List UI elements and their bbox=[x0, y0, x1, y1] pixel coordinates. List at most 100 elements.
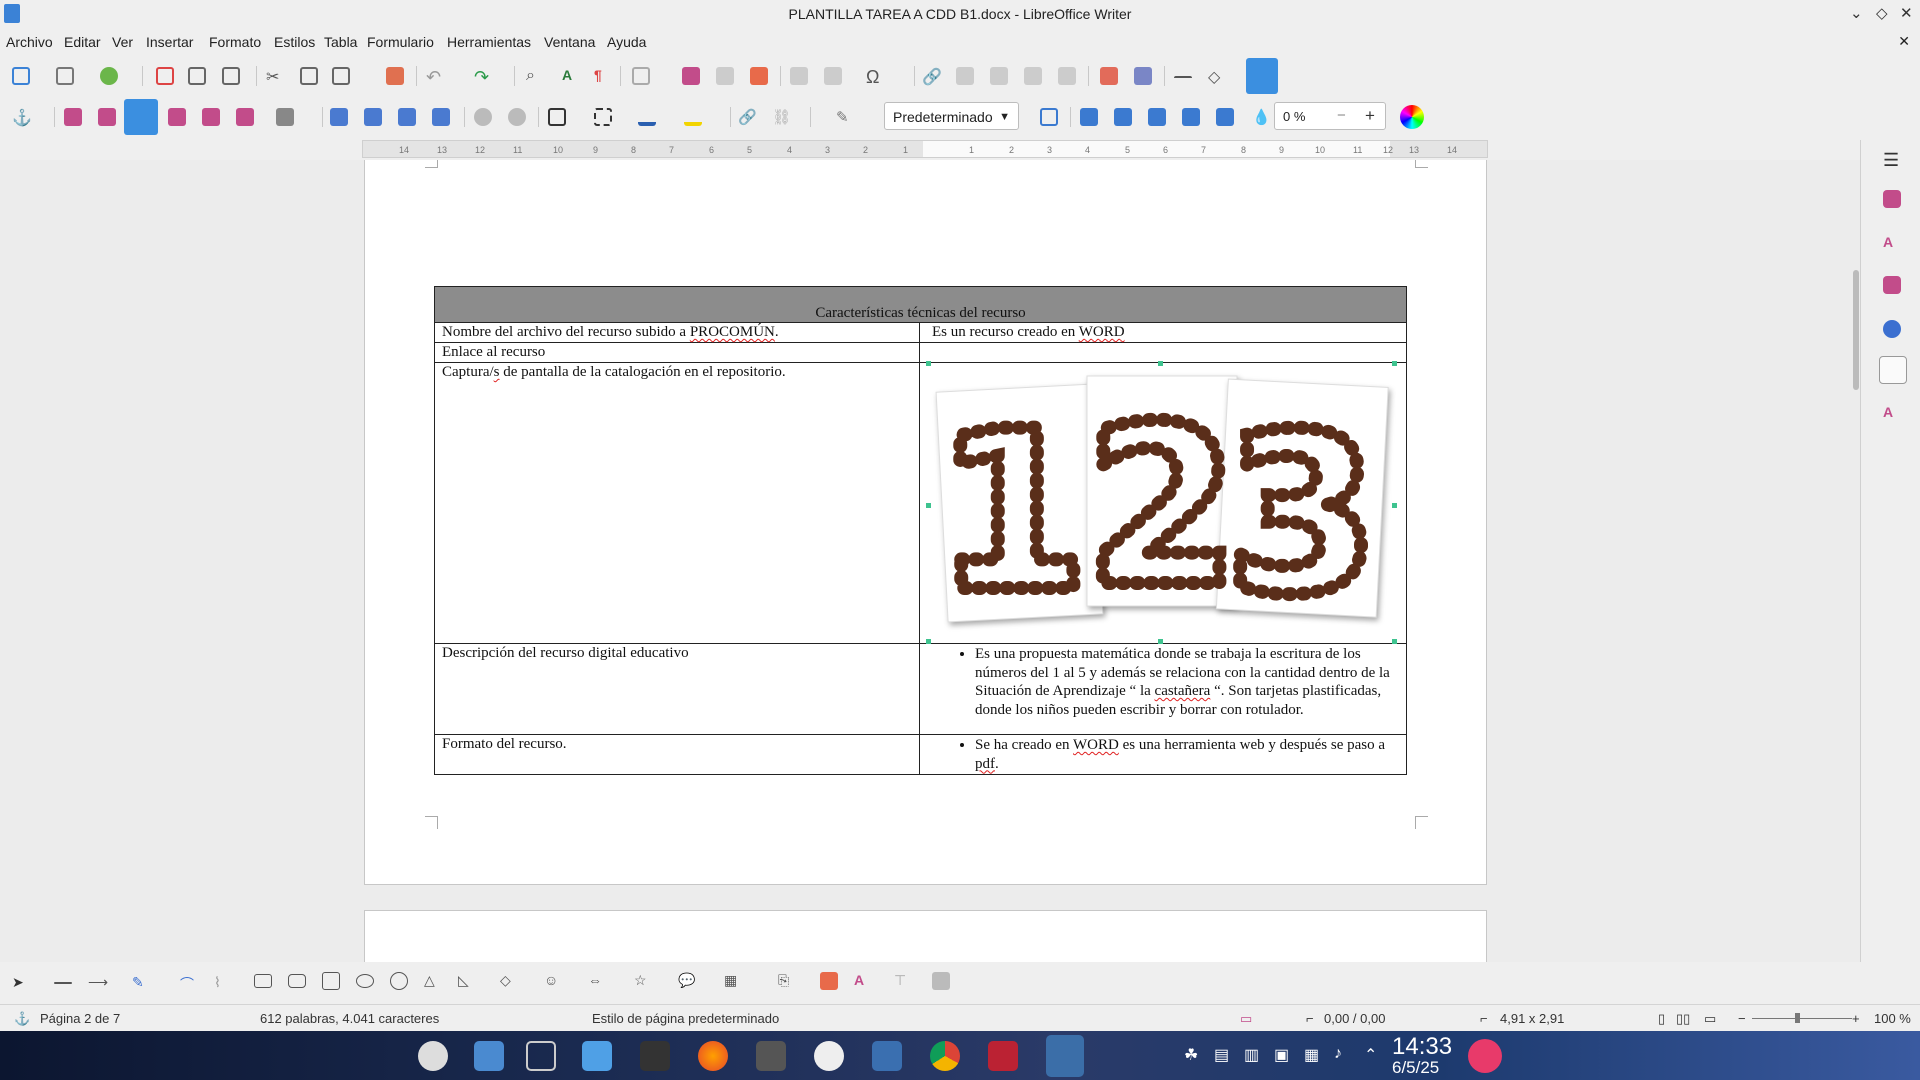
table-cell[interactable] bbox=[919, 342, 1407, 363]
table-cell[interactable]: 1 2 3 bbox=[919, 361, 1407, 644]
user-avatar[interactable] bbox=[1468, 1039, 1502, 1073]
volume-icon[interactable]: ♪ bbox=[1334, 1045, 1342, 1063]
insert-chart-icon[interactable] bbox=[716, 67, 734, 85]
print-preview-icon[interactable] bbox=[222, 67, 240, 85]
crop-icon[interactable] bbox=[1040, 108, 1058, 126]
properties-icon[interactable] bbox=[1883, 190, 1901, 208]
table-cell[interactable]: Formato del recurso. bbox=[434, 734, 920, 775]
writer-taskbar-icon[interactable] bbox=[1046, 1035, 1084, 1077]
menu-tabla[interactable]: Tabla bbox=[324, 34, 357, 50]
zoom-out-icon[interactable]: − bbox=[1738, 1011, 1746, 1026]
link-frames-icon[interactable]: 🔗 bbox=[738, 108, 757, 126]
draw-functions-icon[interactable] bbox=[1246, 58, 1278, 94]
table-cell[interactable]: Es una propuesta matemática donde se tra… bbox=[919, 643, 1407, 735]
horizontal-ruler[interactable]: 14 13 12 11 10 9 8 7 6 5 4 3 2 1 1 2 3 4… bbox=[362, 140, 1488, 158]
bring-forward-icon[interactable] bbox=[474, 108, 492, 126]
redo-icon[interactable]: ↷ bbox=[474, 67, 492, 87]
tray-expand-icon[interactable]: ⌃ bbox=[1364, 1045, 1377, 1065]
decrease-icon[interactable]: − bbox=[1337, 107, 1346, 124]
align-baseline-icon[interactable] bbox=[432, 108, 450, 126]
hyperlink-icon[interactable]: 🔗 bbox=[922, 67, 942, 86]
curve-icon[interactable]: ✎ bbox=[132, 974, 150, 992]
rounded-rectangle-icon[interactable] bbox=[288, 974, 306, 988]
fontwork-icon[interactable]: A bbox=[854, 972, 872, 990]
select-icon[interactable]: ➤ bbox=[12, 974, 30, 992]
wrap-optimal-icon[interactable] bbox=[124, 99, 158, 135]
navigator-icon[interactable] bbox=[1883, 320, 1901, 338]
anchor-icon[interactable]: ⚓ bbox=[12, 108, 32, 127]
insert-line-icon[interactable] bbox=[1174, 76, 1192, 80]
page-style[interactable]: Estilo de página predeterminado bbox=[592, 1011, 779, 1026]
maximize-icon[interactable]: ◇ bbox=[1876, 4, 1888, 22]
page-break-icon[interactable] bbox=[790, 67, 808, 85]
zoom-slider-thumb[interactable] bbox=[1795, 1013, 1800, 1023]
keyboard-layout-icon[interactable]: ▣ bbox=[1274, 1045, 1289, 1065]
right-triangle-icon[interactable]: ◺ bbox=[458, 972, 476, 990]
align-center-icon[interactable] bbox=[364, 108, 382, 126]
unlink-frames-icon[interactable]: ⛓ bbox=[772, 108, 791, 126]
background-color-icon[interactable] bbox=[684, 108, 702, 126]
vertical-scrollbar[interactable] bbox=[1852, 160, 1860, 962]
increase-icon[interactable]: + bbox=[1365, 106, 1375, 126]
close-icon[interactable]: ✕ bbox=[1900, 4, 1913, 22]
paste-icon[interactable] bbox=[332, 67, 350, 85]
menu-formato[interactable]: Formato bbox=[209, 34, 261, 50]
menu-ventana[interactable]: Ventana bbox=[544, 34, 595, 50]
styles-icon[interactable]: A bbox=[1883, 234, 1901, 252]
freeform-icon[interactable]: ⌇ bbox=[214, 974, 232, 992]
square-icon[interactable] bbox=[322, 972, 340, 990]
zoom-slider[interactable] bbox=[1752, 1018, 1852, 1019]
calculator-icon[interactable] bbox=[756, 1041, 786, 1071]
comment-icon[interactable] bbox=[1100, 67, 1118, 85]
line-icon[interactable] bbox=[54, 982, 72, 984]
open-icon[interactable] bbox=[56, 67, 74, 85]
menu-estilos[interactable]: Estilos bbox=[274, 34, 315, 50]
arrow-line-icon[interactable]: ⟶ bbox=[88, 974, 108, 992]
special-character-icon[interactable]: Ω bbox=[866, 67, 884, 87]
avatar-app-icon[interactable] bbox=[814, 1041, 844, 1071]
rotate-icon[interactable] bbox=[1216, 108, 1234, 126]
color-icon[interactable] bbox=[1400, 105, 1424, 129]
menu-ver[interactable]: Ver bbox=[112, 34, 133, 50]
copy-icon[interactable] bbox=[300, 67, 318, 85]
callouts-icon[interactable]: 💬 bbox=[678, 972, 696, 990]
toggle-extrusion-icon[interactable]: ⊤ bbox=[894, 972, 912, 990]
zoom-level[interactable]: 100 % bbox=[1874, 1011, 1911, 1026]
pdf-app-icon[interactable] bbox=[988, 1041, 1018, 1071]
system-settings-icon[interactable] bbox=[640, 1041, 670, 1071]
insert-table-icon[interactable] bbox=[632, 67, 650, 85]
table-cell[interactable]: Se ha creado en WORD es una herramienta … bbox=[919, 734, 1407, 775]
discover-icon[interactable] bbox=[474, 1041, 504, 1071]
rotate-left-icon[interactable] bbox=[1148, 108, 1166, 126]
new-document-icon[interactable] bbox=[12, 67, 30, 85]
border-color-icon[interactable] bbox=[638, 108, 656, 126]
page-count[interactable]: Página 2 de 7 bbox=[40, 1011, 120, 1026]
wrap-right-icon[interactable] bbox=[202, 108, 220, 126]
scrollbar-thumb[interactable] bbox=[1853, 270, 1859, 390]
basic-shapes-icon[interactable]: ◇ bbox=[500, 972, 518, 990]
align-objects-icon[interactable] bbox=[276, 108, 294, 126]
wrap-through-icon[interactable] bbox=[236, 108, 254, 126]
flip-horizontal-icon[interactable] bbox=[1114, 108, 1132, 126]
network-icon[interactable]: ▦ bbox=[1304, 1045, 1319, 1065]
menu-archivo[interactable]: Archivo bbox=[6, 34, 53, 50]
style-inspector-icon[interactable]: A bbox=[1883, 404, 1901, 422]
align-top-icon[interactable] bbox=[330, 108, 348, 126]
menu-editar[interactable]: Editar bbox=[64, 34, 101, 50]
menu-herramientas[interactable]: Herramientas bbox=[447, 34, 531, 50]
spelling-icon[interactable]: A bbox=[562, 67, 580, 85]
rotate-right-icon[interactable] bbox=[1182, 108, 1200, 126]
number-cards-image[interactable]: 1 2 3 bbox=[920, 361, 1397, 644]
minimize-icon[interactable]: ⌄ bbox=[1850, 4, 1863, 22]
find-replace-icon[interactable]: ⌕ bbox=[526, 67, 544, 85]
stars-icon[interactable]: ☆ bbox=[634, 972, 652, 990]
table-cell[interactable]: Nombre del archivo del recurso subido a … bbox=[434, 322, 920, 343]
bezier-icon[interactable]: ⌒ bbox=[180, 974, 198, 992]
symbol-shapes-icon[interactable]: ☺ bbox=[544, 972, 562, 990]
rectangle-icon[interactable] bbox=[254, 974, 272, 988]
basic-shapes-icon[interactable]: ◇ bbox=[1208, 67, 1226, 86]
points-icon[interactable]: ⎘ bbox=[778, 972, 796, 990]
zoom-in-icon[interactable]: + bbox=[1852, 1011, 1860, 1026]
insert-field-icon[interactable] bbox=[824, 67, 842, 85]
menu-formulario[interactable]: Formulario bbox=[367, 34, 434, 50]
